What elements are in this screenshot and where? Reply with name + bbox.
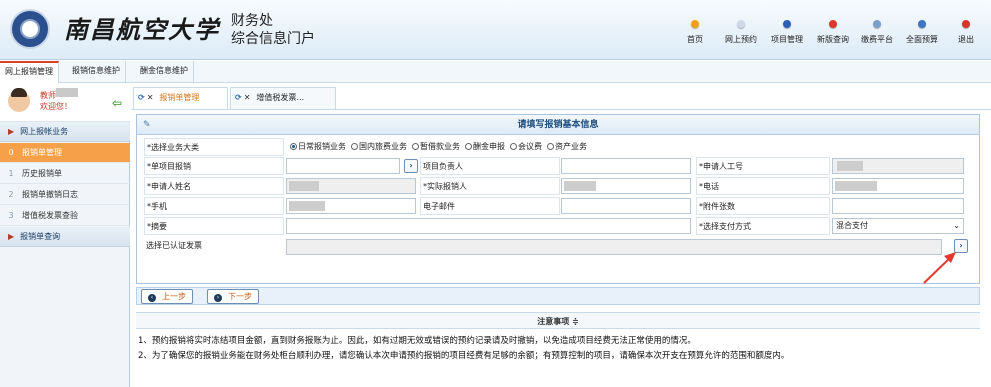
project-label: *单项目报销 xyxy=(144,157,284,175)
close-icon[interactable]: ✕ xyxy=(147,93,154,102)
tab-online-reimbursement[interactable]: 网上报销管理 xyxy=(0,61,59,83)
sidebar-group-business[interactable]: ▶ 网上报帐业务 xyxy=(0,122,130,142)
payment-select[interactable]: 混合支付 ⌄ xyxy=(832,218,964,234)
attachments-input[interactable] xyxy=(832,198,964,214)
form-title-bar: ✎ 请填写报销基本信息 xyxy=(137,115,979,135)
pencil-icon: ✎ xyxy=(143,120,151,130)
next-step-button[interactable]: › 下一步 xyxy=(207,289,259,304)
phone-label: *电话 xyxy=(696,177,830,195)
summary-label: *摘要 xyxy=(144,217,284,235)
radio-remuneration[interactable]: 酬金申报 xyxy=(465,141,505,152)
actual-person-input[interactable] xyxy=(561,178,691,194)
university-name: 南昌航空大学 xyxy=(64,15,220,44)
main-tab-bar: 网上报销管理 报销信息维护 酬金信息维护 xyxy=(0,61,991,83)
applicant-id-label: *申请人工号 xyxy=(696,157,830,175)
business-type-radio-group: 日常报销业务 国内旅费业务 暂借款业务 酬金申报 会议费 资产业务 xyxy=(290,141,592,152)
radio-loan[interactable]: 暂借款业务 xyxy=(412,141,460,152)
nav-logout[interactable]: 退出 xyxy=(939,20,991,45)
summary-input[interactable] xyxy=(286,218,691,234)
phone-input[interactable] xyxy=(832,178,964,194)
project-icon xyxy=(783,20,791,28)
note-line-1: 1、预约报销将实时冻结项目金额，直到财务报账为止。因此，如有过期无效或错误的预约… xyxy=(138,336,696,346)
radio-daily[interactable]: 日常报销业务 xyxy=(290,141,346,152)
project-owner-input[interactable] xyxy=(561,158,691,174)
redacted-name xyxy=(56,88,78,97)
attachments-label: *附件张数 xyxy=(696,197,830,215)
sidebar-item-cancel-log[interactable]: 2 报销单撤销日志 xyxy=(0,185,130,205)
invoice-input xyxy=(286,239,942,255)
close-icon[interactable]: ✕ xyxy=(244,93,251,102)
appointment-icon xyxy=(737,20,745,28)
user-panel: 教师 欢迎您！ ⇦ xyxy=(0,84,130,122)
chevron-down-icon: ⌄ xyxy=(953,221,960,230)
payment-icon xyxy=(873,20,881,28)
project-input[interactable] xyxy=(286,158,400,174)
mobile-input[interactable] xyxy=(286,198,416,214)
email-label: 电子邮件 xyxy=(420,197,560,215)
sidebar-item-manage[interactable]: 0 报销单管理 xyxy=(0,143,130,163)
tab-remuneration-info[interactable]: 酬金信息维护 xyxy=(135,61,194,83)
applicant-id-input xyxy=(832,158,964,174)
user-name: 教师 xyxy=(40,91,56,100)
arrow-right-icon: › xyxy=(214,294,222,302)
sidebar-group-query[interactable]: ▶ 报销单查询 xyxy=(0,227,130,247)
home-icon xyxy=(691,20,699,28)
sidebar: 教师 欢迎您！ ⇦ ▶ 网上报帐业务 0 报销单管理 1 历史报销单 2 报销单撤销日志… xyxy=(0,84,130,387)
logout-icon xyxy=(962,20,970,28)
radio-meeting[interactable]: 会议费 xyxy=(510,141,542,152)
tab-vat[interactable]: ⟳ ✕ 增值税发票... xyxy=(230,87,336,109)
invoice-label: 选择已认证发票 xyxy=(146,241,202,250)
tab-reimbursement-info[interactable]: 报销信息维护 xyxy=(67,61,126,83)
department-name: 财务处 xyxy=(231,13,273,29)
payment-label: *选择支付方式 xyxy=(696,217,830,235)
chevron-right-icon: ▶ xyxy=(8,127,15,136)
applicant-name-label: *申请人姓名 xyxy=(144,177,284,195)
radio-asset[interactable]: 资产业务 xyxy=(547,141,587,152)
sidebar-item-vat-check[interactable]: 3 增值税发票查验 xyxy=(0,206,130,226)
refresh-icon[interactable]: ⟳ xyxy=(235,93,242,102)
mobile-label: *手机 xyxy=(144,197,284,215)
prev-step-button[interactable]: ‹ 上一步 xyxy=(141,289,193,304)
email-input[interactable] xyxy=(561,198,691,214)
refresh-icon[interactable]: ⟳ xyxy=(138,93,145,102)
chevron-right-icon: ▶ xyxy=(8,232,15,241)
project-select-button[interactable]: › xyxy=(404,159,418,173)
applicant-name-input xyxy=(286,178,416,194)
sidebar-item-history[interactable]: 1 历史报销单 xyxy=(0,164,130,184)
portal-name: 综合信息门户 xyxy=(231,31,315,47)
page-tab-bar: ⟳ ✕ 报销单管理 ⟳ ✕ 增值税发票... xyxy=(131,84,991,110)
project-owner-label: 项目负责人 xyxy=(420,157,560,175)
budget-icon xyxy=(918,20,926,28)
collapse-arrow-icon[interactable]: ⇦ xyxy=(112,96,122,110)
business-type-label: *选择业务大类 xyxy=(144,138,284,156)
avatar xyxy=(8,88,30,112)
arrow-left-icon: ‹ xyxy=(148,294,156,302)
step-button-bar: ‹ 上一步 › 下一步 xyxy=(136,287,980,305)
note-line-2: 2、为了确保您的报销业务能在财务处柜台顺利办理，请您确认本次申请预约报销的项目经… xyxy=(138,351,790,361)
notes-title: 注意事项 ≑ xyxy=(136,312,980,329)
welcome-text: 欢迎您！ xyxy=(40,102,72,111)
tab-manage[interactable]: ⟳ ✕ 报销单管理 xyxy=(133,87,228,109)
radio-travel[interactable]: 国内旅费业务 xyxy=(351,141,407,152)
actual-person-label: *实际报销人 xyxy=(420,177,560,195)
query-icon xyxy=(829,20,837,28)
university-logo xyxy=(10,9,50,49)
header: 南昌航空大学 财务处 综合信息门户 首页 网上预约 项目管理 新版查询 缴费平台… xyxy=(0,0,991,60)
